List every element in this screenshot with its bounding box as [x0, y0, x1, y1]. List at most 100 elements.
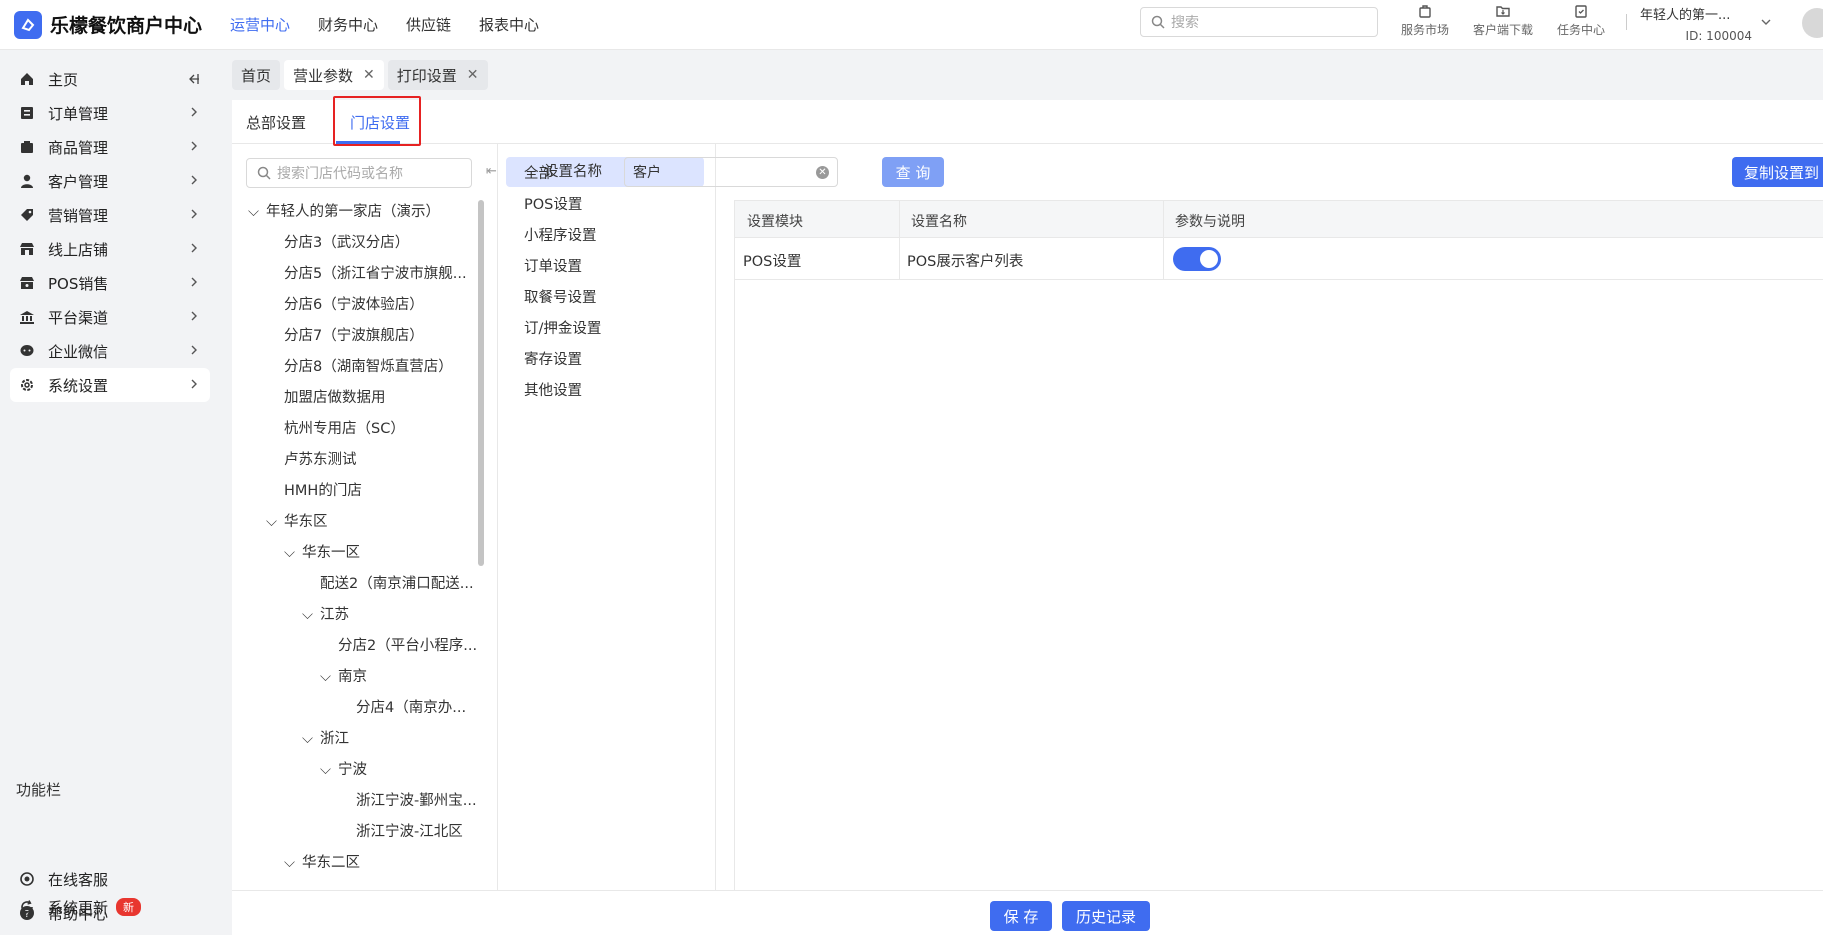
close-icon[interactable]: ✕ [467, 67, 479, 83]
topnav-operations[interactable]: 运营中心 [230, 14, 290, 35]
tree-node[interactable]: 杭州专用店（SC） [284, 417, 405, 438]
tree-node-label: 浙江 [320, 731, 349, 747]
chevron-down-icon[interactable]: ⌵ [320, 762, 338, 778]
tree-node[interactable]: ⌵ 南京 [320, 665, 367, 686]
tree-node[interactable]: 配送2（南京浦口配送... [320, 572, 474, 593]
tree-node[interactable]: 分店6（宁波体验店） [284, 293, 424, 314]
topnav-finance[interactable]: 财务中心 [318, 14, 378, 35]
service-market-button[interactable]: 服务市场 [1386, 3, 1464, 38]
tree-node[interactable]: ⌵ 华东区 [266, 510, 328, 531]
task-center-label: 任务中心 [1556, 23, 1605, 37]
tree-node[interactable]: ⌵ 年轻人的第一家店（演示） [248, 200, 440, 221]
top-tools: 服务市场 客户端下载 任务中心 [1386, 3, 1620, 38]
sidebar-item-home[interactable]: 主页 [10, 62, 210, 96]
tab-print-settings[interactable]: 打印设置 ✕ [387, 60, 488, 90]
chevron-down-icon[interactable]: ⌵ [320, 669, 338, 685]
tree-node-label: 加盟店做数据用 [284, 390, 386, 406]
tree-node[interactable]: ⌵ 华东二区 [284, 851, 360, 872]
tree-node[interactable]: 加盟店做数据用 [284, 386, 386, 407]
chevron-down-icon[interactable]: ⌵ [302, 731, 320, 747]
tree-node[interactable]: 分店2（平台小程序... [338, 634, 477, 655]
category-order[interactable]: 订单设置 [506, 250, 704, 280]
main-panel: 总部设置 门店设置 搜索门店代码或名称 ⇤ ⌵ 年轻人的第一家店（演示） 分店3（… [232, 96, 1823, 890]
query-button[interactable]: 查 询 [882, 157, 944, 187]
topnav-supply-chain[interactable]: 供应链 [406, 14, 451, 35]
tree-node[interactable]: ⌵ 宁波 [320, 758, 367, 779]
chevron-right-icon [191, 345, 197, 355]
settings-table: 设置模块 设置名称 参数与说明 POS设置 POS展示客户列表 [734, 200, 1823, 890]
setting-name-value: 客户 [633, 165, 661, 181]
chevron-down-icon[interactable] [1760, 16, 1772, 28]
category-deposit[interactable]: 订/押金设置 [506, 312, 704, 342]
subtab-hq-settings[interactable]: 总部设置 [246, 112, 306, 133]
sidebar-item-online-store[interactable]: 线上店铺 [10, 232, 210, 266]
footer-bar: 保 存 历史记录 [232, 890, 1823, 935]
setting-name-input[interactable]: 客户 ✕ [624, 157, 838, 187]
tree-node[interactable]: 浙江宁波-鄞州宝... [356, 789, 477, 810]
tab-label: 打印设置 [396, 66, 457, 85]
category-other[interactable]: 其他设置 [506, 374, 704, 404]
chevron-down-icon[interactable]: ⌵ [302, 607, 320, 623]
tree-node-label: 华东二区 [302, 855, 360, 871]
category-mini-program[interactable]: 小程序设置 [506, 219, 704, 249]
tree-node[interactable]: HMH的门店 [284, 479, 362, 500]
chevron-down-icon[interactable]: ⌵ [284, 545, 302, 561]
tree-node[interactable]: 分店7（宁波旗舰店） [284, 324, 424, 345]
client-download-button[interactable]: 客户端下载 [1464, 3, 1542, 38]
store-search-input[interactable]: 搜索门店代码或名称 [246, 158, 472, 188]
tree-node[interactable]: 分店4（南京办... [356, 696, 466, 717]
column-divider [1163, 238, 1164, 280]
sidebar-item-system-settings[interactable]: 系统设置 [10, 368, 210, 402]
category-pos[interactable]: POS设置 [506, 188, 704, 218]
tab-business-params[interactable]: 营业参数 ✕ [284, 60, 384, 90]
tree-node[interactable]: 浙江宁波-江北区 [356, 820, 463, 841]
sidebar-item-pos-sales[interactable]: POS销售 [10, 266, 210, 300]
sidebar-item-label: POS销售 [48, 274, 109, 293]
sidebar-item-marketing[interactable]: 营销管理 [10, 198, 210, 232]
tree-node[interactable]: ⌵ 江苏 [302, 603, 349, 624]
chevron-down-icon[interactable]: ⌵ [284, 855, 302, 871]
store-tree-panel: 搜索门店代码或名称 ⇤ ⌵ 年轻人的第一家店（演示） 分店3（武汉分店） 分店5（… [232, 144, 498, 890]
save-button[interactable]: 保 存 [990, 901, 1052, 931]
sidebar-item-system-update[interactable]: 系统更新 新 [10, 890, 210, 924]
avatar[interactable] [1802, 8, 1823, 38]
tab-home[interactable]: 首页 [232, 60, 281, 90]
sidebar-item-label: 在线客服 [48, 870, 109, 889]
chevron-down-icon[interactable]: ⌵ [266, 514, 284, 530]
sidebar-item-wecom[interactable]: 企业微信 [10, 334, 210, 368]
close-icon[interactable]: ✕ [363, 67, 375, 83]
sidebar-item-channels[interactable]: 平台渠道 [10, 300, 210, 334]
category-pickup-number[interactable]: 取餐号设置 [506, 281, 704, 311]
sidebar-item-customers[interactable]: 客户管理 [10, 164, 210, 198]
copy-settings-button[interactable]: 复制设置到 [1732, 157, 1823, 187]
sidebar-item-orders[interactable]: 订单管理 [10, 96, 210, 130]
global-search-input[interactable]: 搜索 [1140, 7, 1378, 37]
logo[interactable]: 乐檬餐饮商户中心 [0, 10, 230, 39]
tree-node[interactable]: 分店3（武汉分店） [284, 231, 409, 252]
user-icon [18, 172, 36, 190]
category-storage[interactable]: 寄存设置 [506, 343, 704, 373]
history-button[interactable]: 历史记录 [1062, 901, 1150, 931]
tree-node[interactable]: ⌵ 华东一区 [284, 541, 360, 562]
task-center-button[interactable]: 任务中心 [1542, 3, 1620, 38]
tree-collapse-icon[interactable]: ⇤ [486, 164, 497, 179]
tree-node-label: 分店6（宁波体验店） [284, 297, 424, 313]
clear-icon[interactable]: ✕ [816, 166, 829, 179]
chevron-right-icon [191, 379, 197, 389]
tree-scrollbar[interactable] [478, 200, 484, 566]
account-menu[interactable]: 年轻人的第一... ID: 100004 [1640, 4, 1752, 43]
tree-node[interactable]: ⌵ 浙江 [302, 727, 349, 748]
chevron-down-icon[interactable]: ⌵ [248, 204, 266, 220]
tab-label: 营业参数 [293, 66, 354, 85]
tree-node[interactable]: 分店5（浙江省宁波市旗舰... [284, 262, 467, 283]
sidebar-item-products[interactable]: 商品管理 [10, 130, 210, 164]
refresh-icon [18, 898, 36, 916]
pos-show-customer-list-toggle[interactable] [1173, 247, 1221, 271]
sidebar-item-label: 客户管理 [48, 172, 109, 191]
topnav-reports[interactable]: 报表中心 [479, 14, 539, 35]
column-divider [899, 238, 900, 280]
tree-node[interactable]: 分店8（湖南智烁直营店） [284, 355, 453, 376]
tree-node[interactable]: 卢苏东测试 [284, 448, 357, 469]
top-bar: 乐檬餐饮商户中心 运营中心 财务中心 供应链 报表中心 搜索 服务市场 客户端下… [0, 0, 1823, 50]
collapse-sidebar-icon[interactable] [186, 72, 200, 86]
